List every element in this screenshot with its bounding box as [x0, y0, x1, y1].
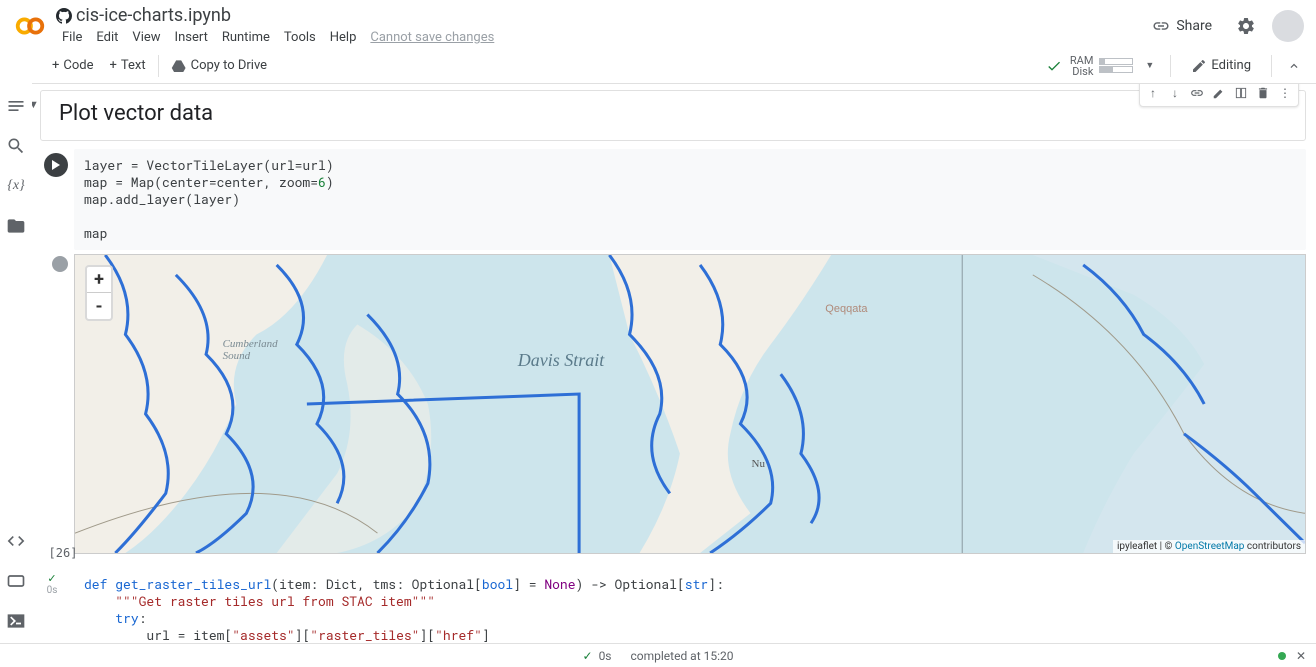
ram-label: RAM — [1070, 55, 1094, 66]
move-up-button[interactable]: ↑ — [1142, 84, 1164, 104]
toolbar: + Code + Text Copy to Drive RAM Disk ▼ E… — [32, 48, 1316, 84]
check-icon — [1046, 58, 1062, 74]
run-button[interactable] — [44, 153, 68, 177]
code-cell-2: ✓ 0s [26] def get_raster_tiles_url(item:… — [40, 568, 1306, 643]
menubar: File Edit View Insert Runtime Tools Help… — [56, 28, 1144, 47]
zoom-out-button[interactable]: - — [87, 293, 111, 319]
separator — [1271, 55, 1272, 77]
close-button[interactable]: ✕ — [1296, 649, 1306, 663]
map-label-cumberland: Cumberland Sound — [223, 338, 278, 362]
collapse-header-button[interactable] — [1284, 56, 1304, 76]
link-icon — [1152, 17, 1170, 35]
more-cell-button[interactable]: ⋮ — [1274, 84, 1296, 104]
menu-runtime[interactable]: Runtime — [216, 28, 276, 47]
command-pal-button[interactable] — [6, 571, 26, 591]
title-area: cis-ice-charts.ipynb File Edit View Inse… — [56, 5, 1144, 47]
footer-time: 0s — [599, 649, 612, 663]
notebook-content: ▼ ↑ ↓ ⋮ Plot vector data ✓ 0s — [32, 84, 1316, 643]
footer-msg: completed at 15:20 — [630, 649, 733, 663]
plus-icon: + — [110, 58, 117, 73]
pencil-icon — [1191, 58, 1207, 74]
cell-toolbar: ↑ ↓ ⋮ — [1139, 84, 1299, 107]
disk-bar — [1099, 66, 1133, 73]
menu-file[interactable]: File — [56, 28, 88, 47]
menu-no-save: Cannot save changes — [364, 28, 500, 47]
status-bar: ✓ 0s completed at 15:20 ✕ — [0, 643, 1316, 667]
exec-time: 0s — [47, 585, 58, 596]
header: cis-ice-charts.ipynb File Edit View Inse… — [0, 0, 1316, 48]
vars-button[interactable]: {x} — [6, 176, 26, 196]
avatar[interactable] — [1272, 10, 1304, 42]
header-right: Share — [1144, 10, 1304, 42]
share-label: Share — [1176, 18, 1212, 34]
main: {x} ▼ ↑ ↓ ⋮ Plot vector data — [0, 84, 1316, 643]
code-snippets-button[interactable] — [6, 531, 26, 551]
map-label-nuuk: Nu — [752, 458, 765, 470]
check-icon: ✓ — [47, 572, 56, 585]
copy-to-drive-button[interactable]: Copy to Drive — [163, 54, 275, 78]
editing-mode-button[interactable]: Editing — [1183, 54, 1259, 78]
map-label-davis: Davis Strait — [518, 350, 605, 371]
mirror-cell-button[interactable] — [1230, 84, 1252, 104]
play-icon — [51, 160, 61, 170]
plus-icon: + — [52, 58, 59, 73]
osm-link[interactable]: OpenStreetMap — [1175, 541, 1245, 552]
output-area: + - Davis Strait Cumberland Sound Nu Qeq… — [74, 254, 1306, 554]
move-down-button[interactable]: ↓ — [1164, 84, 1186, 104]
add-text-label: Text — [121, 58, 146, 73]
chevron-up-icon — [1287, 59, 1301, 73]
map-zoom-controls: + - — [85, 265, 113, 321]
ram-disk-indicator[interactable]: RAM Disk — [1070, 55, 1134, 77]
ram-bar — [1099, 58, 1133, 65]
menu-help[interactable]: Help — [324, 28, 363, 47]
zoom-in-button[interactable]: + — [87, 267, 111, 293]
github-icon — [56, 8, 72, 24]
add-code-button[interactable]: + Code — [44, 54, 102, 77]
menu-edit[interactable]: Edit — [90, 28, 124, 47]
text-cell: ▼ ↑ ↓ ⋮ Plot vector data — [38, 90, 1306, 141]
left-sidebar: {x} — [0, 84, 32, 643]
code-cell-1: ✓ 0s layer = VectorTileLayer(url=url) ma… — [40, 149, 1306, 554]
disk-label: Disk — [1070, 66, 1094, 77]
share-button[interactable]: Share — [1144, 13, 1220, 39]
copy-to-drive-label: Copy to Drive — [191, 58, 267, 73]
drive-icon — [171, 58, 187, 74]
connection-indicator — [1278, 652, 1286, 660]
add-text-button[interactable]: + Text — [102, 54, 154, 77]
menu-tools[interactable]: Tools — [278, 28, 322, 47]
separator — [158, 55, 159, 77]
link-cell-button[interactable] — [1186, 84, 1208, 104]
terminal-button[interactable] — [6, 611, 26, 631]
map-label-qeqqata: Qeqqata — [825, 303, 867, 315]
add-code-label: Code — [63, 58, 93, 73]
code-editor[interactable]: def get_raster_tiles_url(item: Dict, tms… — [74, 568, 1306, 643]
editing-label: Editing — [1211, 58, 1251, 73]
check-icon: ✓ — [583, 649, 593, 663]
cell-gutter: ✓ 0s [26] — [36, 572, 68, 596]
gear-icon — [1236, 16, 1256, 36]
edit-cell-button[interactable] — [1208, 84, 1230, 104]
output-toggle-icon[interactable] — [52, 256, 68, 272]
exec-count: [26] — [49, 546, 78, 560]
files-button[interactable] — [6, 216, 26, 236]
menu-view[interactable]: View — [126, 28, 166, 47]
menu-insert[interactable]: Insert — [169, 28, 214, 47]
separator — [1170, 55, 1171, 77]
code-editor[interactable]: layer = VectorTileLayer(url=url) map = M… — [74, 149, 1306, 250]
resources-dropdown[interactable]: ▼ — [1141, 60, 1158, 71]
toc-button[interactable] — [6, 96, 26, 116]
filename[interactable]: cis-ice-charts.ipynb — [76, 5, 231, 26]
colab-logo[interactable] — [12, 8, 48, 44]
find-button[interactable] — [6, 136, 26, 156]
heading-text: Plot vector data — [59, 101, 1287, 126]
settings-button[interactable] — [1232, 12, 1260, 40]
map-attribution: ipyleaflet | © OpenStreetMap contributor… — [1113, 540, 1305, 553]
delete-cell-button[interactable] — [1252, 84, 1274, 104]
map-output[interactable]: + - Davis Strait Cumberland Sound Nu Qeq… — [74, 254, 1306, 554]
